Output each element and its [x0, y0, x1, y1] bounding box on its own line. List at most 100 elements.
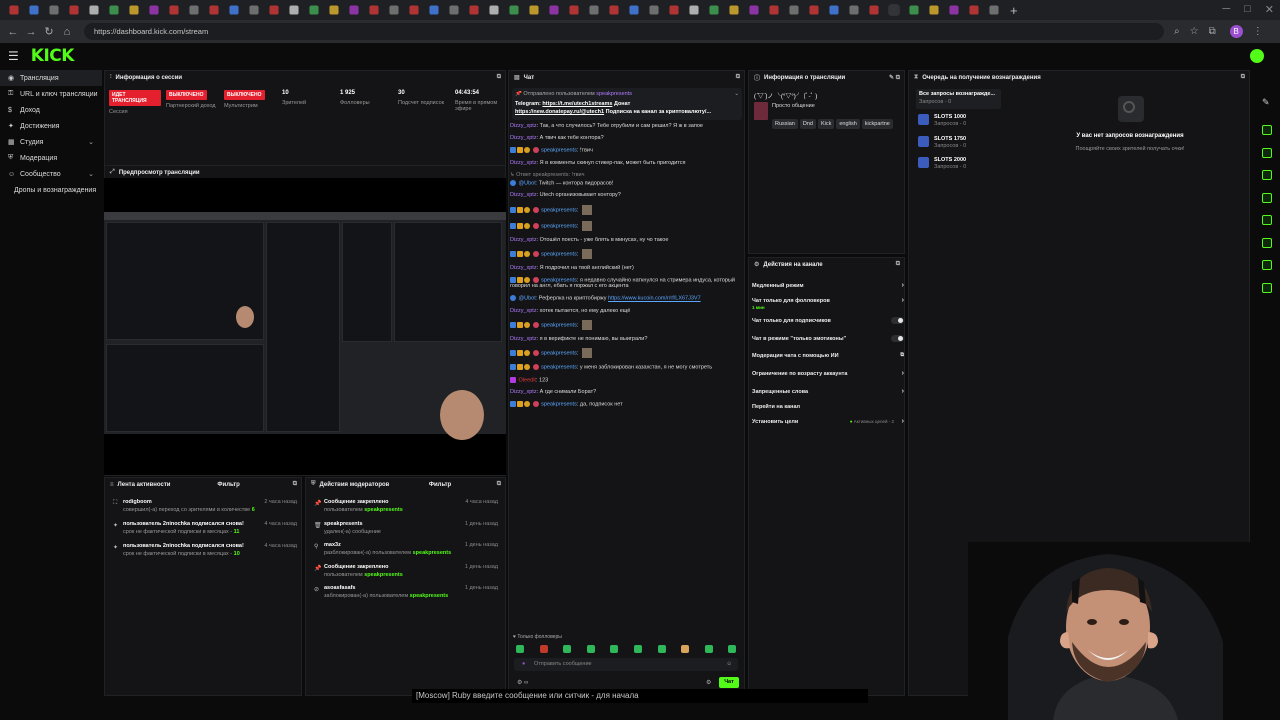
browser-tab[interactable]	[969, 5, 979, 15]
popout-icon[interactable]: ⧉	[497, 74, 501, 81]
browser-tab[interactable]	[249, 5, 259, 15]
browser-tab[interactable]	[9, 5, 19, 15]
chat-username[interactable]: Dizzy_xptz	[510, 135, 537, 141]
emote-icon[interactable]	[516, 645, 524, 653]
chat-username[interactable]: speakpresents	[541, 223, 577, 229]
chat-username[interactable]: Dizzy_xptz	[510, 389, 537, 395]
browser-tab[interactable]	[49, 5, 59, 15]
hamburger-menu-icon[interactable]: ☰	[8, 49, 19, 63]
browser-tab[interactable]	[609, 5, 619, 15]
kick-logo[interactable]: KICK	[31, 46, 75, 66]
browser-tab[interactable]	[909, 5, 919, 15]
lightning-tool-icon[interactable]	[1262, 147, 1272, 158]
chat-username[interactable]: speakpresents	[541, 402, 577, 408]
channel-action-item[interactable]: Запрещенные слова ›	[752, 388, 904, 395]
browser-tab[interactable]	[169, 5, 179, 15]
layout-tool-icon[interactable]	[1262, 282, 1272, 293]
channel-action-item[interactable]: Модерация чата с помощью ИИ ⧉	[752, 352, 904, 359]
reload-icon[interactable]: ↻	[40, 25, 58, 38]
browser-tab[interactable]	[809, 5, 819, 15]
forward-icon[interactable]: →	[22, 26, 40, 38]
channel-action-item[interactable]: Ограничение по возрасту аккаунта ›	[752, 370, 904, 377]
reward-item[interactable]: SLOTS 2000 Запросов - 0	[918, 157, 1008, 170]
browser-tab[interactable]	[349, 5, 359, 15]
url-input[interactable]: https://dashboard.kick.com/stream	[84, 23, 1164, 40]
emote-icon[interactable]	[634, 645, 642, 653]
chat-username[interactable]: Dizzy_xptz	[510, 308, 537, 314]
browser-tab[interactable]	[529, 5, 539, 15]
browser-tab[interactable]	[929, 5, 939, 15]
browser-tab[interactable]	[888, 4, 900, 16]
edit-icon[interactable]: ✎ ⧉	[889, 74, 900, 82]
browser-tab[interactable]	[669, 5, 679, 15]
channel-action-item[interactable]: Установить цели ● Активных целей - 2 ›	[752, 418, 904, 425]
home-icon[interactable]: ⌂	[58, 26, 76, 38]
pinned-link[interactable]: https://new.donatepay.ru/@utech1	[515, 109, 604, 115]
chat-username[interactable]: Dizzy_xptz	[510, 265, 537, 271]
emoji-icon[interactable]: ☺	[726, 658, 732, 671]
bookmark-star-icon[interactable]: ☆	[1190, 26, 1199, 37]
stream-tag[interactable]: Dnd	[799, 119, 816, 129]
browser-tab[interactable]	[269, 5, 279, 15]
browser-tab[interactable]	[729, 5, 739, 15]
emote-icon[interactable]	[610, 645, 619, 653]
stream-preview-video[interactable]	[104, 178, 506, 475]
chat-username[interactable]: Oleedit	[519, 377, 536, 383]
clip-tool-icon[interactable]	[1262, 170, 1272, 180]
maximize-button[interactable]: □	[1244, 3, 1251, 16]
browser-tab[interactable]	[189, 5, 199, 15]
channel-action-item[interactable]: Чат только для фолловеров 1 мин ›	[752, 297, 904, 310]
pin-toggle-icon[interactable]: ⌄	[734, 91, 739, 97]
chat-username[interactable]: speakpresents	[541, 277, 577, 283]
browser-tab[interactable]	[289, 5, 299, 15]
send-chat-button[interactable]: Чат	[719, 677, 739, 688]
sidebar-item[interactable]: ⛨ Модерация	[0, 150, 102, 166]
broadcast-tool-icon[interactable]	[1262, 125, 1272, 135]
reward-filter-dropdown[interactable]: Все запросы вознагражде... Запросов - 0	[916, 89, 1001, 109]
extensions-icon[interactable]: ⧉	[1209, 26, 1216, 37]
browser-tab[interactable]	[549, 5, 559, 15]
stream-tag[interactable]: english	[836, 119, 860, 129]
sidebar-item[interactable]: ⚿ URL и ключ трансляции	[0, 86, 102, 102]
chat-username[interactable]: speakpresents	[541, 322, 577, 328]
browser-tab[interactable]	[109, 5, 119, 15]
browser-tab[interactable]	[509, 5, 519, 15]
browser-tab[interactable]	[989, 5, 999, 15]
stream-tag[interactable]: Russian	[772, 119, 798, 129]
emote-icon[interactable]	[728, 645, 737, 653]
stream-category[interactable]: Просто общение	[772, 103, 815, 109]
sidebar-item[interactable]: $ Доход	[0, 102, 102, 118]
browser-tab[interactable]	[449, 5, 459, 15]
sidebar-item[interactable]: ◉ Трансляция	[0, 70, 102, 86]
chat-username[interactable]: Dizzy_xptz	[510, 123, 537, 129]
popout-icon[interactable]: ⧉	[896, 261, 900, 268]
zoom-icon[interactable]: ⌕	[1174, 26, 1180, 37]
emote-icon[interactable]	[704, 645, 713, 653]
browser-tab[interactable]	[29, 5, 39, 15]
wrench-tool-icon[interactable]	[1262, 260, 1272, 270]
browser-tab[interactable]	[489, 5, 499, 15]
back-icon[interactable]: ←	[4, 26, 22, 38]
browser-tab[interactable]	[749, 5, 759, 15]
minimize-button[interactable]: ─	[1222, 3, 1230, 16]
browser-tab[interactable]	[369, 5, 379, 15]
browser-tab[interactable]	[129, 5, 139, 15]
browser-tab[interactable]	[329, 5, 339, 15]
browser-tab[interactable]	[569, 5, 579, 15]
modactions-filter-button[interactable]: Фильтр	[429, 482, 451, 488]
channel-action-item[interactable]: Медленный режим ›	[752, 282, 904, 289]
gear-icon[interactable]: ⚙	[706, 679, 711, 686]
sidebar-item[interactable]: ▦ Студия ⌄	[0, 134, 102, 150]
sidebar-item[interactable]: ✦ Достижения	[0, 118, 102, 134]
browser-tab[interactable]	[869, 5, 879, 15]
chat-settings-icon[interactable]: ⚙ ∞	[517, 679, 528, 686]
browser-tab[interactable]	[229, 5, 239, 15]
chat-username[interactable]: speakpresents	[541, 365, 577, 371]
browser-tab[interactable]	[469, 5, 479, 15]
browser-tab[interactable]	[769, 5, 779, 15]
chat-link[interactable]: https://www.kucoin.com/r/rf/LX67J3V7	[608, 296, 701, 302]
popout-icon[interactable]: ⧉	[1241, 74, 1245, 81]
browser-tab[interactable]	[849, 5, 859, 15]
chat-username[interactable]: speakpresents	[541, 351, 577, 357]
browser-tab[interactable]	[429, 5, 439, 15]
